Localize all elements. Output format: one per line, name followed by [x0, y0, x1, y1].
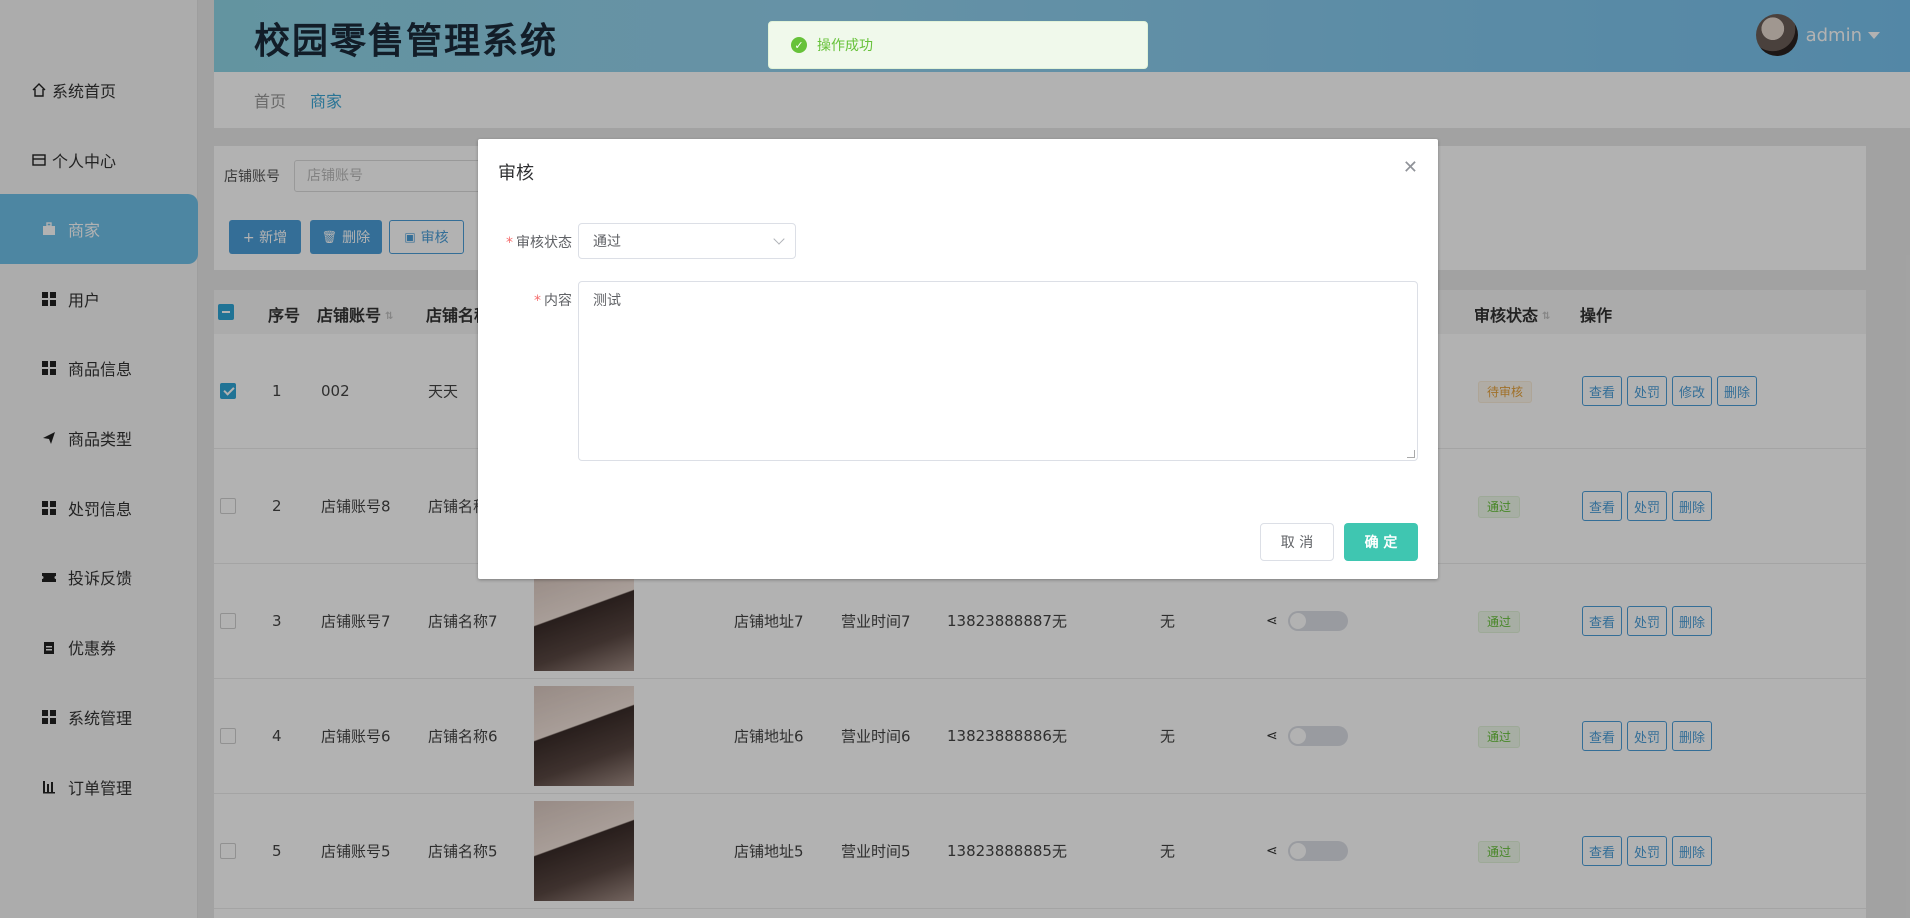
status-label-text: 审核状态: [516, 235, 572, 251]
status-label: * 审核状态: [506, 235, 572, 251]
check-circle-icon: ✓: [791, 37, 807, 53]
content-label-text: 内容: [544, 293, 572, 309]
chevron-down-icon: [773, 233, 785, 245]
success-toast: ✓ 操作成功: [768, 21, 1148, 69]
cancel-button[interactable]: 取 消: [1260, 523, 1334, 561]
confirm-button[interactable]: 确 定: [1344, 523, 1418, 561]
close-icon[interactable]: ✕: [1403, 157, 1418, 178]
audit-dialog: 审核 ✕ * 审核状态 通过 * 内容 测试 取 消 确 定: [478, 139, 1438, 579]
content-value: 测试: [593, 293, 621, 309]
resize-handle-icon[interactable]: [1407, 450, 1415, 458]
content-textarea[interactable]: 测试: [578, 281, 1418, 461]
audit-status-value: 通过: [593, 234, 621, 250]
dialog-title: 审核: [498, 163, 534, 184]
content-label: * 内容: [534, 293, 572, 309]
audit-status-select[interactable]: 通过: [578, 223, 796, 259]
toast-message: 操作成功: [817, 38, 873, 54]
